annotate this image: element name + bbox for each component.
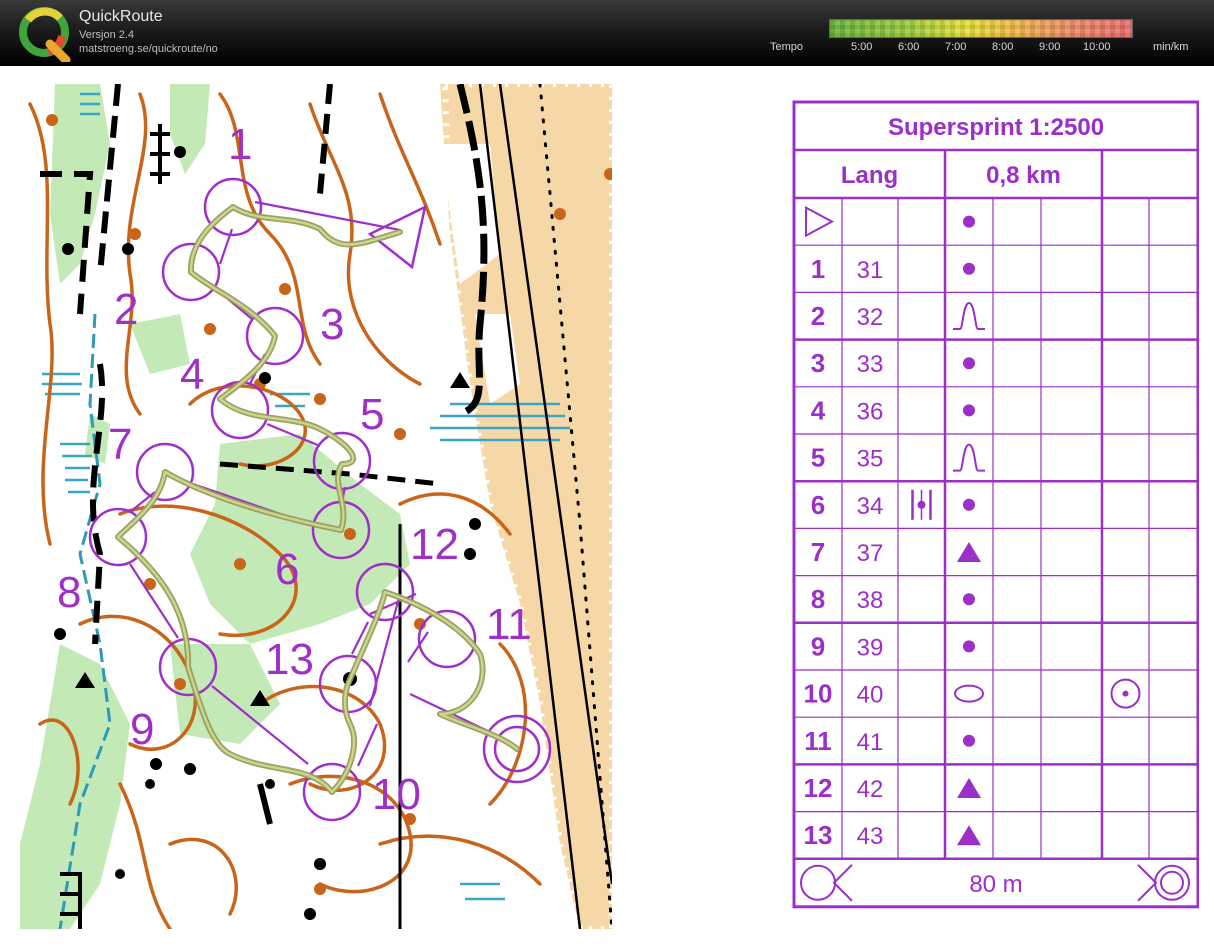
control-number: 7	[108, 420, 132, 469]
control-num: 4	[811, 395, 826, 425]
finish-symbol-icon	[800, 864, 853, 902]
control-num: 1	[811, 254, 825, 284]
finish-circle-icon	[1137, 864, 1190, 902]
control-num: 13	[804, 820, 833, 850]
control-number: 13	[265, 635, 314, 684]
sheet-class: Lang	[841, 162, 898, 189]
tempo-tick: 8:00	[992, 41, 1014, 53]
dot-icon	[963, 215, 975, 228]
control-number: 3	[320, 300, 344, 349]
control-number: 12	[410, 520, 459, 569]
tempo-tick: 10:00	[1083, 41, 1111, 53]
control-num: 6	[811, 490, 825, 520]
title-bar: QuickRoute Versjon 2.4 matstroeng.se/qui…	[0, 0, 1214, 66]
map-canvas[interactable]: 1 2 3 4 5 6 7 8 9 10 11 12 13	[20, 84, 612, 929]
bell-icon	[953, 301, 985, 330]
between-icon	[911, 489, 932, 520]
tempo-color-scale	[829, 19, 1133, 38]
control-code: 43	[857, 823, 884, 850]
control-number: 5	[360, 390, 384, 439]
control-number: 6	[275, 545, 299, 594]
circle-dot-icon	[1110, 678, 1141, 709]
control-code: 31	[857, 257, 884, 284]
control-number: 8	[57, 568, 81, 617]
control-num: 12	[804, 773, 833, 803]
tempo-tick: 7:00	[945, 41, 967, 53]
quickroute-logo-icon	[19, 7, 71, 62]
triangle-icon	[957, 542, 981, 562]
dot-icon	[963, 262, 975, 275]
open-land-area	[440, 84, 612, 929]
control-num: 3	[811, 348, 825, 378]
dot-icon	[963, 734, 975, 747]
tempo-unit: min/km	[1153, 41, 1189, 53]
control-num: 5	[811, 443, 825, 473]
control-code: 37	[857, 540, 884, 567]
start-triangle-icon	[805, 205, 835, 238]
control-code: 36	[857, 398, 884, 425]
sheet-title: Supersprint 1:2500	[888, 114, 1104, 141]
dot-icon	[963, 404, 975, 417]
control-num: 11	[804, 726, 832, 756]
control-num: 9	[811, 631, 825, 661]
control-description-sheet: Supersprint 1:2500Lang 0,8 km1 312 323 334 36…	[792, 100, 1199, 909]
triangle-icon	[957, 778, 981, 798]
control-code: 38	[857, 587, 884, 614]
control-code: 35	[857, 446, 884, 473]
control-number: 10	[372, 770, 421, 819]
finish-distance: 80 m	[969, 871, 1022, 898]
control-number: 11	[486, 600, 532, 649]
app-title: QuickRoute	[79, 8, 163, 25]
bell-icon	[953, 443, 985, 472]
triangle-icon	[957, 825, 981, 846]
tempo-label: Tempo	[770, 41, 804, 53]
control-num: 7	[811, 537, 825, 567]
orienteering-map[interactable]: 1 2 3 4 5 6 7 8 9 10 11 12 13	[20, 84, 612, 929]
control-code: 39	[857, 634, 884, 661]
control-number: 9	[130, 705, 154, 754]
tempo-tick: 5:00	[851, 41, 873, 53]
control-code: 42	[857, 776, 884, 803]
app-url[interactable]: matstroeng.se/quickroute/no	[79, 43, 218, 55]
tempo-tick: 9:00	[1039, 41, 1061, 53]
ellipse-icon	[954, 684, 984, 703]
control-number: 4	[180, 350, 204, 399]
control-number: 2	[114, 285, 138, 334]
control-num: 10	[804, 679, 833, 709]
control-code: 33	[857, 351, 884, 378]
control-code: 32	[857, 304, 884, 331]
dot-icon	[963, 593, 975, 606]
control-code: 40	[857, 682, 884, 709]
tempo-tick: 6:00	[898, 41, 920, 53]
control-num: 2	[811, 301, 825, 331]
control-code: 41	[857, 729, 884, 756]
control-num: 8	[811, 584, 825, 614]
dot-icon	[963, 498, 975, 511]
dot-icon	[963, 357, 975, 370]
dot-icon	[963, 640, 975, 653]
sheet-length: 0,8 km	[986, 162, 1061, 189]
app-version: Versjon 2.4	[79, 29, 135, 41]
control-number: 1	[228, 120, 252, 169]
control-code: 34	[857, 493, 884, 520]
